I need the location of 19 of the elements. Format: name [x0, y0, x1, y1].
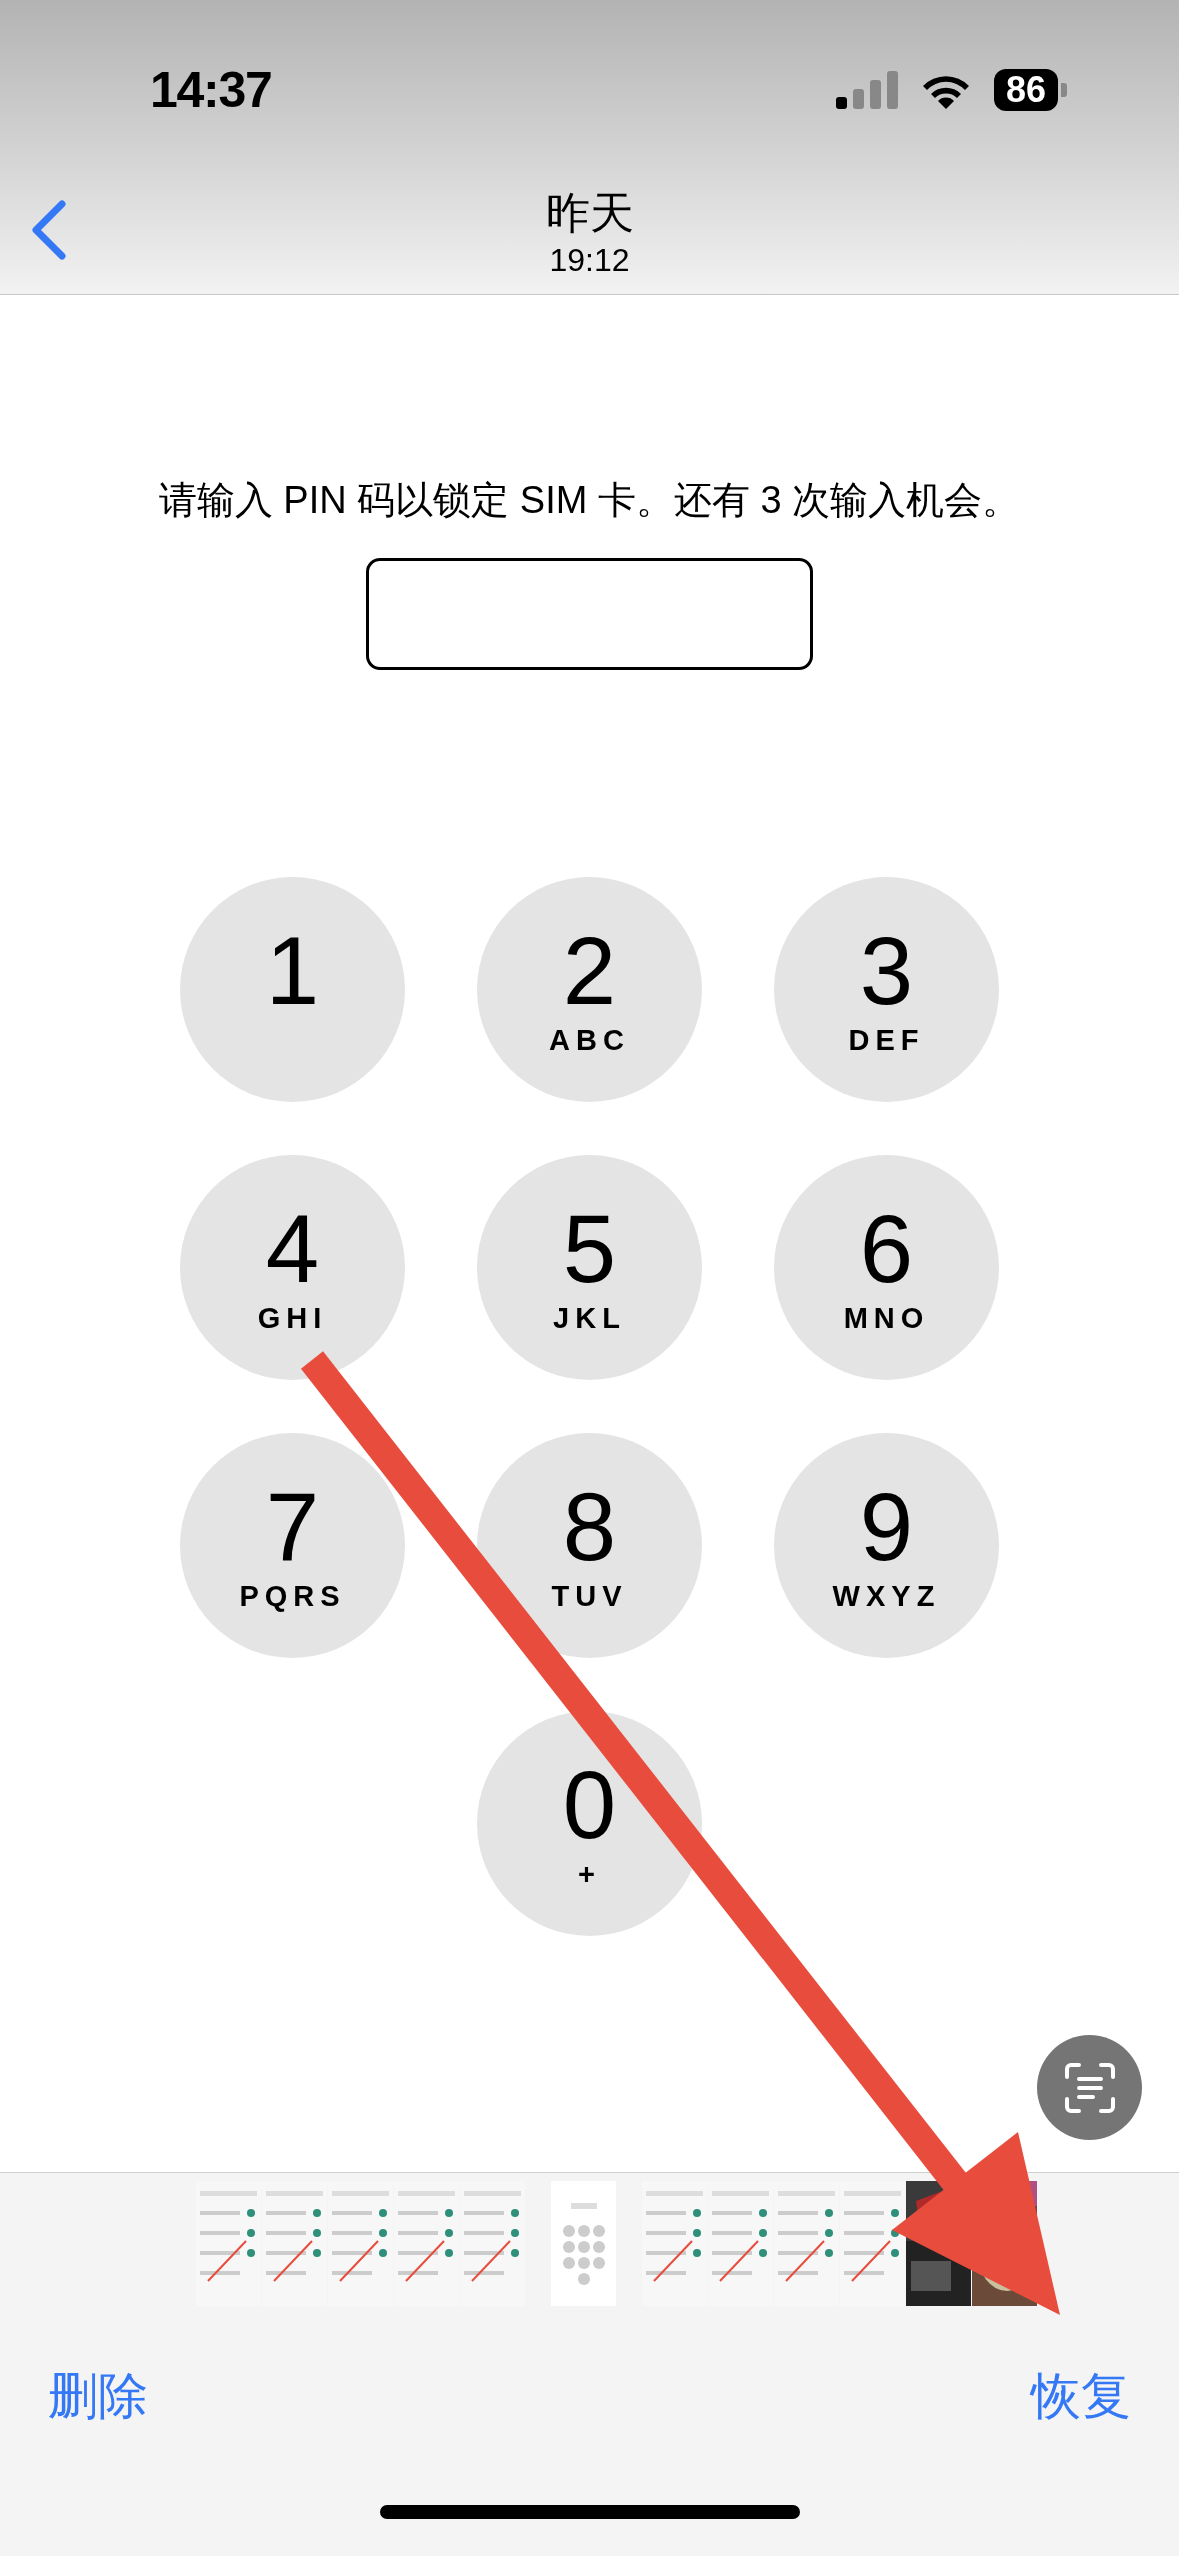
recover-button[interactable]: 恢复 — [1031, 2371, 1131, 2421]
keypad-key[interactable]: 0 + — [477, 1711, 702, 1936]
keypad-key[interactable]: 9 WXYZ — [774, 1433, 999, 1658]
keypad-key[interactable]: 5 JKL — [477, 1155, 702, 1380]
text-scan-icon — [1062, 2060, 1117, 2115]
pin-prompt: 请输入 PIN 码以锁定 SIM 卡。还有 3 次输入机会。 — [157, 478, 1022, 523]
signal-icon — [835, 71, 898, 109]
keypad-key[interactable]: 6 MNO — [774, 1155, 999, 1380]
pin-input-field[interactable] — [366, 558, 813, 670]
keypad-key[interactable]: 3 DEF — [774, 877, 999, 1102]
keypad-key[interactable]: 2 ABC — [477, 877, 702, 1102]
keypad-key[interactable]: 7 PQRS — [180, 1433, 405, 1658]
keypad-key[interactable]: 1 — [180, 877, 405, 1102]
keypad-key[interactable]: 4 GHI — [180, 1155, 405, 1380]
delete-button[interactable]: 删除 — [48, 2371, 148, 2421]
nav-subtitle: 19:12 — [549, 240, 630, 280]
status-time: 14:37 — [150, 60, 272, 120]
nav-title: 昨天 — [545, 186, 634, 239]
keypad-key[interactable]: 8 TUV — [477, 1433, 702, 1658]
